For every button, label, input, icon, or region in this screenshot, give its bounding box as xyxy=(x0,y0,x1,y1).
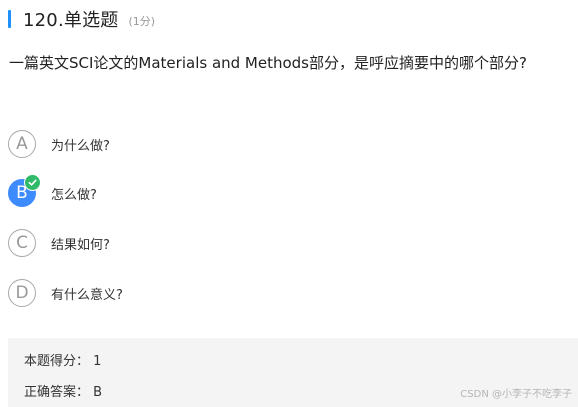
watermark: CSDN @小李子不吃李子 xyxy=(460,389,572,400)
option-d-circle[interactable]: D xyxy=(8,279,36,307)
option-b-label: 怎么做? xyxy=(51,187,97,203)
question-header: 120.单选题 (1分) xyxy=(8,8,156,31)
option-a-circle[interactable]: A xyxy=(8,130,36,158)
option-d-letter: D xyxy=(15,283,29,303)
option-a-label: 为什么做? xyxy=(51,138,110,154)
option-a-letter: A xyxy=(16,134,28,154)
option-c[interactable]: C 结果如何? xyxy=(8,228,110,258)
option-a[interactable]: A 为什么做? xyxy=(8,129,110,159)
accent-bar xyxy=(8,10,11,28)
score-line: 本题得分： 1 xyxy=(24,354,102,369)
question-text: 一篇英文SCI论文的Materials and Methods部分，是呼应摘要中… xyxy=(9,54,527,72)
answer-line: 正确答案： B xyxy=(24,385,103,400)
option-d-label: 有什么意义? xyxy=(51,287,123,303)
option-c-letter: C xyxy=(16,233,28,253)
check-icon xyxy=(24,174,41,191)
question-score: (1分) xyxy=(128,15,156,28)
option-d[interactable]: D 有什么意义? xyxy=(8,278,123,308)
option-b-circle[interactable]: B xyxy=(8,174,41,207)
option-c-circle[interactable]: C xyxy=(8,229,36,257)
question-title: 120.单选题 xyxy=(23,10,119,31)
option-c-label: 结果如何? xyxy=(51,237,110,253)
option-b[interactable]: B 怎么做? xyxy=(8,174,97,208)
